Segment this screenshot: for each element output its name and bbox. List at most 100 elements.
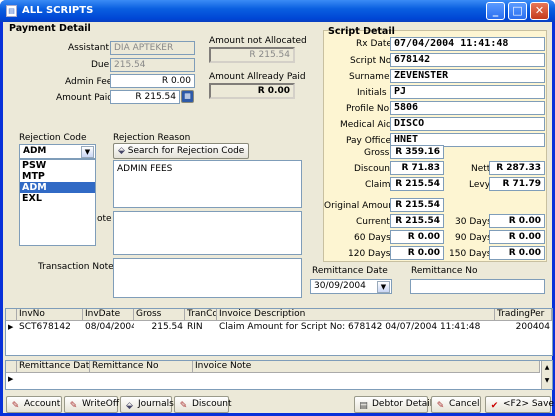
account-button[interactable]: ✎ Account bbox=[6, 396, 62, 413]
120-days-label: 120 Days bbox=[348, 249, 391, 259]
admin-fee-field[interactable]: R 0.00 bbox=[110, 74, 195, 88]
remittance-grid[interactable]: Remittance Date Remittance No Invoice No… bbox=[5, 360, 553, 390]
list-item[interactable]: PSW bbox=[20, 160, 95, 171]
column-header[interactable]: InvNo bbox=[17, 309, 83, 321]
column-header[interactable]: TranCd bbox=[185, 309, 217, 321]
nett-field[interactable]: R 287.33 bbox=[489, 161, 545, 175]
column-header[interactable]: InvDate bbox=[83, 309, 134, 321]
table-cell[interactable]: 08/04/2004 bbox=[83, 322, 134, 334]
levy-label: Levy bbox=[469, 180, 491, 190]
cancel-label: Cancel bbox=[449, 399, 480, 409]
assistant-label: Assistant bbox=[68, 43, 110, 53]
claim-field[interactable]: R 215.54 bbox=[390, 177, 444, 191]
column-header[interactable]: Invoice Description bbox=[217, 309, 495, 321]
30-days-label: 30 Days bbox=[455, 217, 492, 227]
save-label: <F2> Save bbox=[503, 399, 554, 409]
surname-label: Surname bbox=[349, 72, 390, 82]
transaction-note-label: Transaction Note bbox=[38, 262, 114, 272]
list-item[interactable]: MTP bbox=[20, 171, 95, 182]
60-days-field[interactable]: R 0.00 bbox=[390, 230, 444, 244]
script-no-field[interactable]: 678142 bbox=[390, 53, 545, 67]
initials-label: Initials bbox=[357, 88, 387, 98]
90-days-field[interactable]: R 0.00 bbox=[489, 230, 545, 244]
script-detail-header: Script Detail bbox=[328, 26, 395, 37]
amount-paid-field[interactable]: R 215.54 bbox=[110, 90, 180, 104]
table-cell[interactable]: RIN bbox=[185, 322, 217, 334]
scrollbar[interactable]: ▲ ▼ bbox=[541, 361, 552, 389]
transaction-note-textarea[interactable] bbox=[113, 258, 302, 298]
not-allocated-field: R 215.54 bbox=[209, 47, 295, 63]
remittance-no-label: Remittance No bbox=[411, 266, 478, 276]
close-button[interactable]: ✕ bbox=[530, 2, 549, 20]
maximize-button[interactable]: □ bbox=[508, 2, 527, 20]
scroll-up-icon[interactable]: ▲ bbox=[542, 361, 552, 374]
150-days-field[interactable]: R 0.00 bbox=[489, 246, 545, 260]
rejection-code-list[interactable]: PSW MTP ADM EXL bbox=[19, 159, 96, 246]
row-pointer-icon: ▶ bbox=[8, 323, 14, 331]
table-cell[interactable]: 215.54 bbox=[134, 322, 185, 334]
table-cell[interactable]: 200404 bbox=[495, 322, 552, 334]
window-title: ALL SCRIPTS bbox=[22, 5, 94, 16]
rx-date-field[interactable]: 07/04/2004 11:41:48 bbox=[390, 37, 545, 51]
already-paid-label: Amount Allready Paid bbox=[209, 72, 306, 82]
remittance-date-picker[interactable]: 30/09/2004 ▼ bbox=[310, 279, 392, 294]
save-button[interactable]: ✔ <F2> Save bbox=[485, 396, 554, 413]
surname-field[interactable]: ZEVENSTER bbox=[390, 69, 545, 83]
checkmark-icon: ✔ bbox=[490, 401, 499, 411]
levy-field[interactable]: R 71.79 bbox=[489, 177, 545, 191]
row-indicator-header bbox=[6, 361, 17, 373]
table-cell[interactable]: Claim Amount for Script No: 678142 04/07… bbox=[217, 322, 495, 334]
not-allocated-label: Amount not Allocated bbox=[209, 36, 307, 46]
assistant-field[interactable]: DIA APTEKER bbox=[110, 41, 195, 55]
discount-field[interactable]: R 71.83 bbox=[390, 161, 444, 175]
invoice-grid[interactable]: InvNo InvDate Gross TranCd Invoice Descr… bbox=[5, 308, 553, 356]
journals-label: Journals bbox=[138, 399, 174, 409]
chevron-down-icon[interactable]: ▼ bbox=[377, 281, 390, 293]
minimize-button[interactable]: _ bbox=[486, 2, 505, 20]
rejection-code-select[interactable]: ADM ▼ bbox=[19, 144, 96, 159]
150-days-label: 150 Days bbox=[449, 249, 492, 259]
payment-detail-header: Payment Detail bbox=[9, 23, 91, 34]
chevron-down-icon[interactable]: ▼ bbox=[81, 146, 94, 158]
30-days-field[interactable]: R 0.00 bbox=[489, 214, 545, 228]
column-header[interactable]: Remittance Date bbox=[17, 361, 90, 373]
original-amount-label: Original Amount bbox=[324, 201, 398, 211]
medical-aid-field[interactable]: DISCO bbox=[390, 117, 545, 131]
list-item[interactable]: EXL bbox=[20, 193, 95, 204]
calculator-icon[interactable]: ▦ bbox=[181, 90, 194, 103]
profile-no-field[interactable]: 5806 bbox=[390, 101, 545, 115]
note-textarea[interactable] bbox=[113, 211, 302, 255]
gross-field[interactable]: R 359.16 bbox=[390, 145, 444, 159]
gross-label: Gross bbox=[364, 148, 390, 158]
rejection-reason-label: Rejection Reason bbox=[113, 133, 191, 143]
column-header[interactable]: Invoice Note bbox=[193, 361, 540, 373]
debtor-detail-button[interactable]: ▤ Debtor Detail bbox=[354, 396, 432, 413]
remittance-no-field[interactable] bbox=[410, 279, 545, 294]
list-item[interactable]: ADM bbox=[20, 182, 95, 193]
app-icon: ▤ bbox=[6, 5, 17, 17]
rejection-reason-text: ADMIN FEES bbox=[117, 164, 173, 174]
writeoff-button[interactable]: ✎ WriteOff bbox=[64, 396, 119, 413]
row-indicator-header bbox=[6, 309, 17, 321]
table-cell[interactable]: SCT678142 bbox=[17, 322, 83, 334]
scroll-down-icon[interactable]: ▼ bbox=[542, 374, 552, 387]
original-amount-field[interactable]: R 215.54 bbox=[390, 198, 444, 212]
journals-button[interactable]: ⬙ Journals bbox=[120, 396, 174, 413]
script-no-label: Script No bbox=[350, 56, 392, 66]
pay-office-label: Pay Office bbox=[346, 136, 391, 146]
title-bar[interactable]: ▤ ALL SCRIPTS _ □ ✕ bbox=[0, 0, 555, 22]
current-label: Current bbox=[356, 217, 390, 227]
row-pointer-icon: ▶ bbox=[8, 375, 14, 383]
rejection-reason-textarea[interactable]: ADMIN FEES bbox=[113, 160, 302, 208]
search-icon: ⬙ bbox=[118, 146, 128, 156]
discount-button[interactable]: ✎ Discount bbox=[174, 396, 232, 413]
cancel-button[interactable]: ✎ Cancel bbox=[431, 396, 481, 413]
search-rejection-code-button[interactable]: ⬙ Search for Rejection Code bbox=[113, 143, 249, 159]
column-header[interactable]: TradingPer bbox=[495, 309, 552, 321]
current-field[interactable]: R 215.54 bbox=[390, 214, 444, 228]
initials-field[interactable]: PJ bbox=[390, 85, 545, 99]
column-header[interactable]: Remittance No bbox=[90, 361, 193, 373]
column-header[interactable]: Gross bbox=[134, 309, 185, 321]
due-field[interactable]: 215.54 bbox=[110, 58, 195, 72]
120-days-field[interactable]: R 0.00 bbox=[390, 246, 444, 260]
